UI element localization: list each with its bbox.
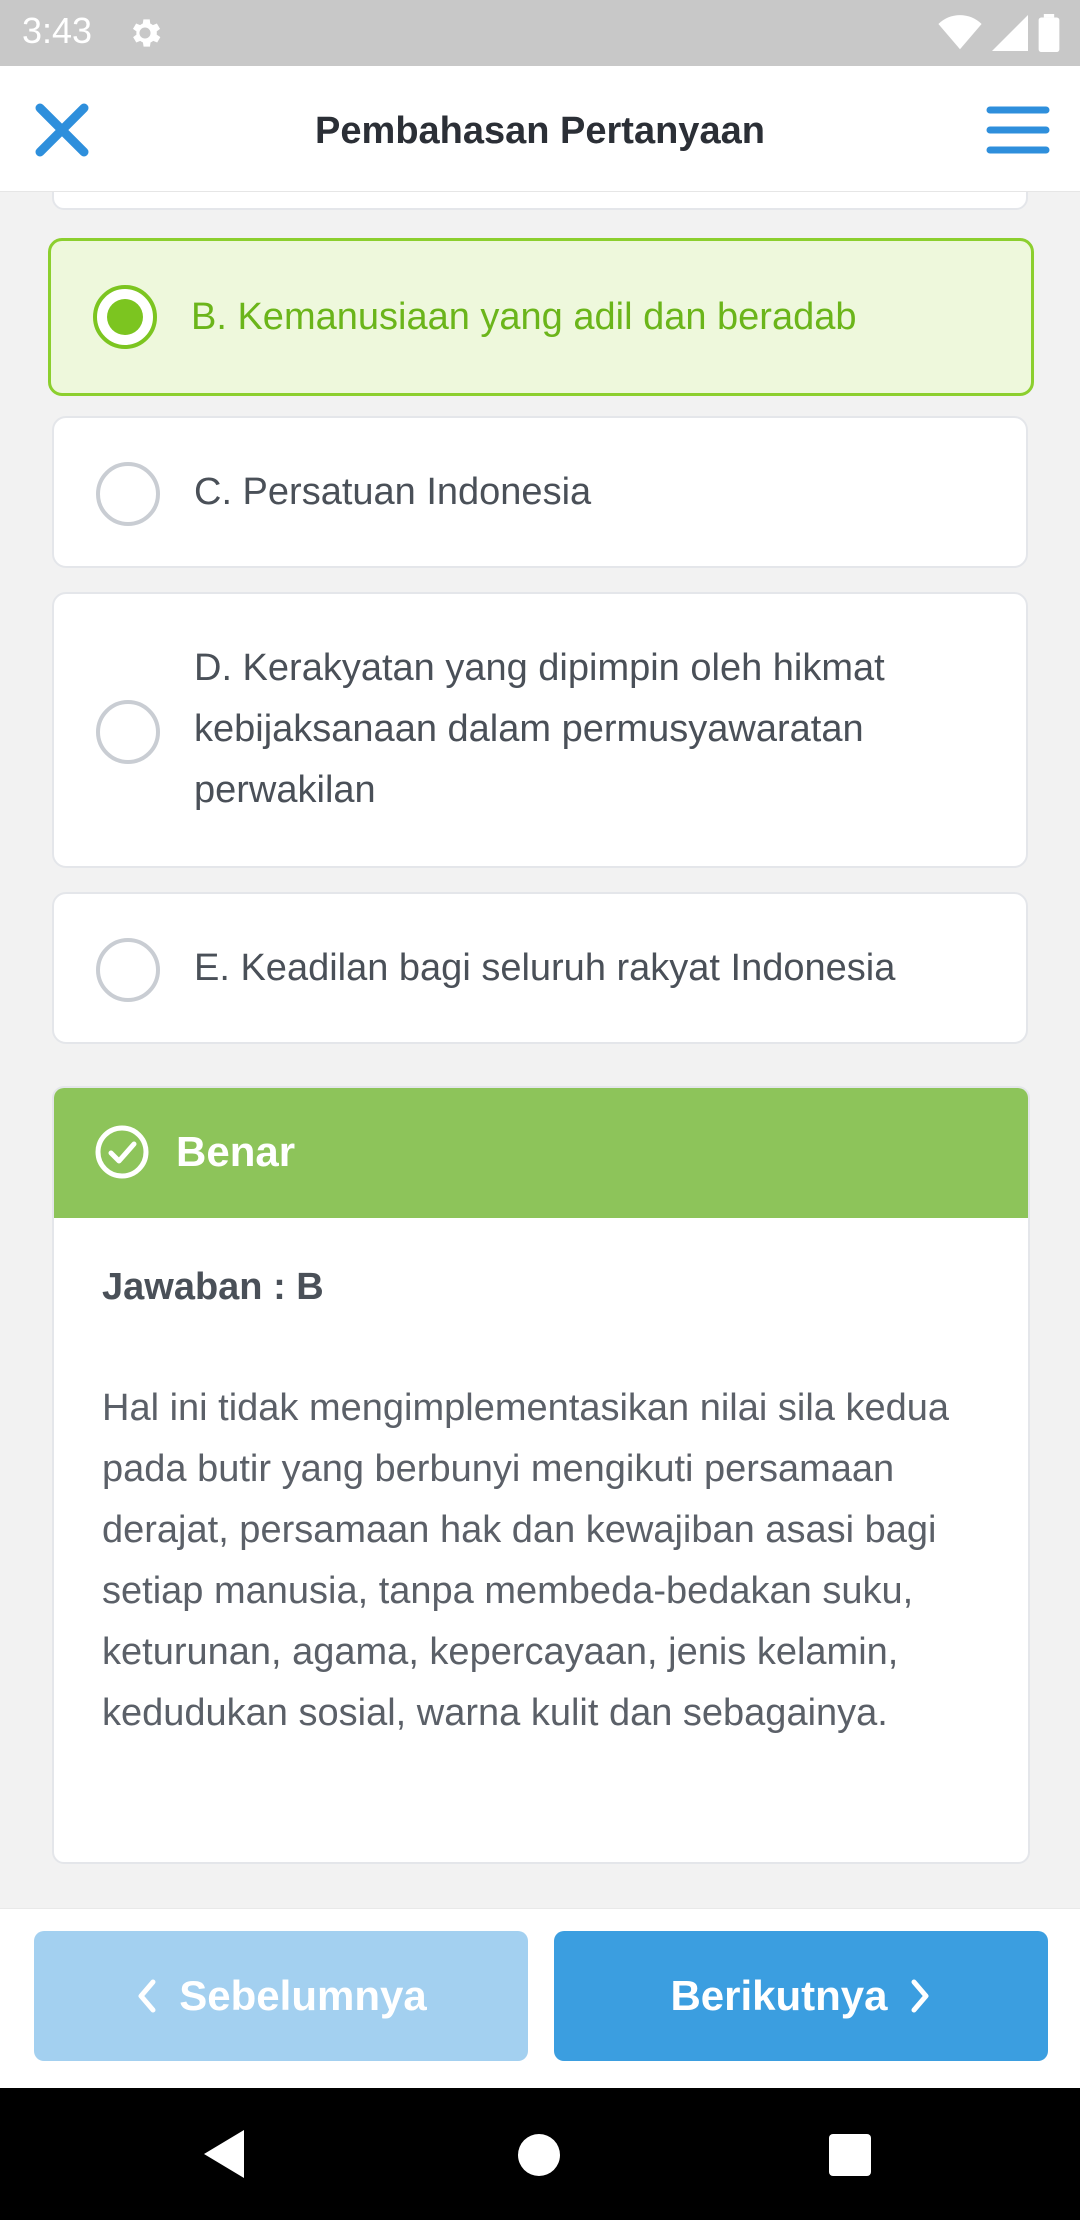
answer-label: Jawaban : B — [102, 1266, 324, 1308]
content-scroll-area[interactable]: B. Kemanusiaan yang adil dan beradab C. … — [0, 192, 1080, 1908]
option-b[interactable]: B. Kemanusiaan yang adil dan beradab — [48, 238, 1034, 396]
result-status: Benar — [176, 1128, 296, 1175]
battery-icon — [1038, 14, 1060, 57]
previous-button[interactable]: Sebelumnya — [34, 1931, 528, 2061]
hamburger-menu-icon — [986, 106, 1050, 154]
option-label: D. Kerakyatan yang dipimpin oleh hikmat … — [194, 647, 885, 811]
signal-icon — [992, 15, 1028, 56]
option-label: C. Persatuan Indonesia — [194, 471, 592, 513]
check-circle-icon — [95, 1125, 149, 1179]
radio-selected-icon — [93, 285, 157, 349]
explanation-text: Hal ini tidak mengimplementasikan nilai … — [102, 1387, 949, 1734]
result-card: Benar Jawaban : B Hal ini tidak mengimpl… — [52, 1086, 1030, 1864]
app-bar: Pembahasan Pertanyaan — [0, 66, 1080, 192]
radio-empty-icon — [96, 700, 160, 764]
option-c[interactable]: C. Persatuan Indonesia — [52, 416, 1028, 568]
radio-empty-icon — [96, 462, 160, 526]
recents-square-icon[interactable] — [829, 2134, 871, 2176]
home-circle-icon[interactable] — [518, 2134, 560, 2176]
option-label: E. Keadilan bagi seluruh rakyat Indonesi… — [194, 947, 896, 989]
next-button[interactable]: Berikutnya — [554, 1931, 1048, 2061]
option-e[interactable]: E. Keadilan bagi seluruh rakyat Indonesi… — [52, 892, 1028, 1044]
back-triangle-icon[interactable] — [200, 2126, 248, 2182]
status-time: 3:43 — [22, 10, 93, 51]
system-nav-bar — [0, 2088, 1080, 2220]
chevron-left-icon — [138, 1979, 156, 2013]
previous-label: Sebelumnya — [179, 1972, 427, 2019]
bottom-nav-bar: Sebelumnya Berikutnya — [0, 1908, 1080, 2088]
chevron-right-icon — [911, 1979, 929, 2013]
option-d[interactable]: D. Kerakyatan yang dipimpin oleh hikmat … — [52, 592, 1028, 868]
page-title: Pembahasan Pertanyaan — [315, 110, 765, 152]
option-card-partial[interactable] — [52, 192, 1028, 210]
settings-gear-icon — [126, 14, 164, 57]
wifi-icon — [938, 15, 982, 56]
radio-empty-icon — [96, 938, 160, 1002]
option-label: B. Kemanusiaan yang adil dan beradab — [191, 296, 857, 338]
next-label: Berikutnya — [670, 1972, 888, 2019]
status-bar: 3:43 — [0, 0, 1080, 66]
menu-button[interactable] — [986, 100, 1050, 160]
result-header: Benar — [54, 1088, 1028, 1218]
